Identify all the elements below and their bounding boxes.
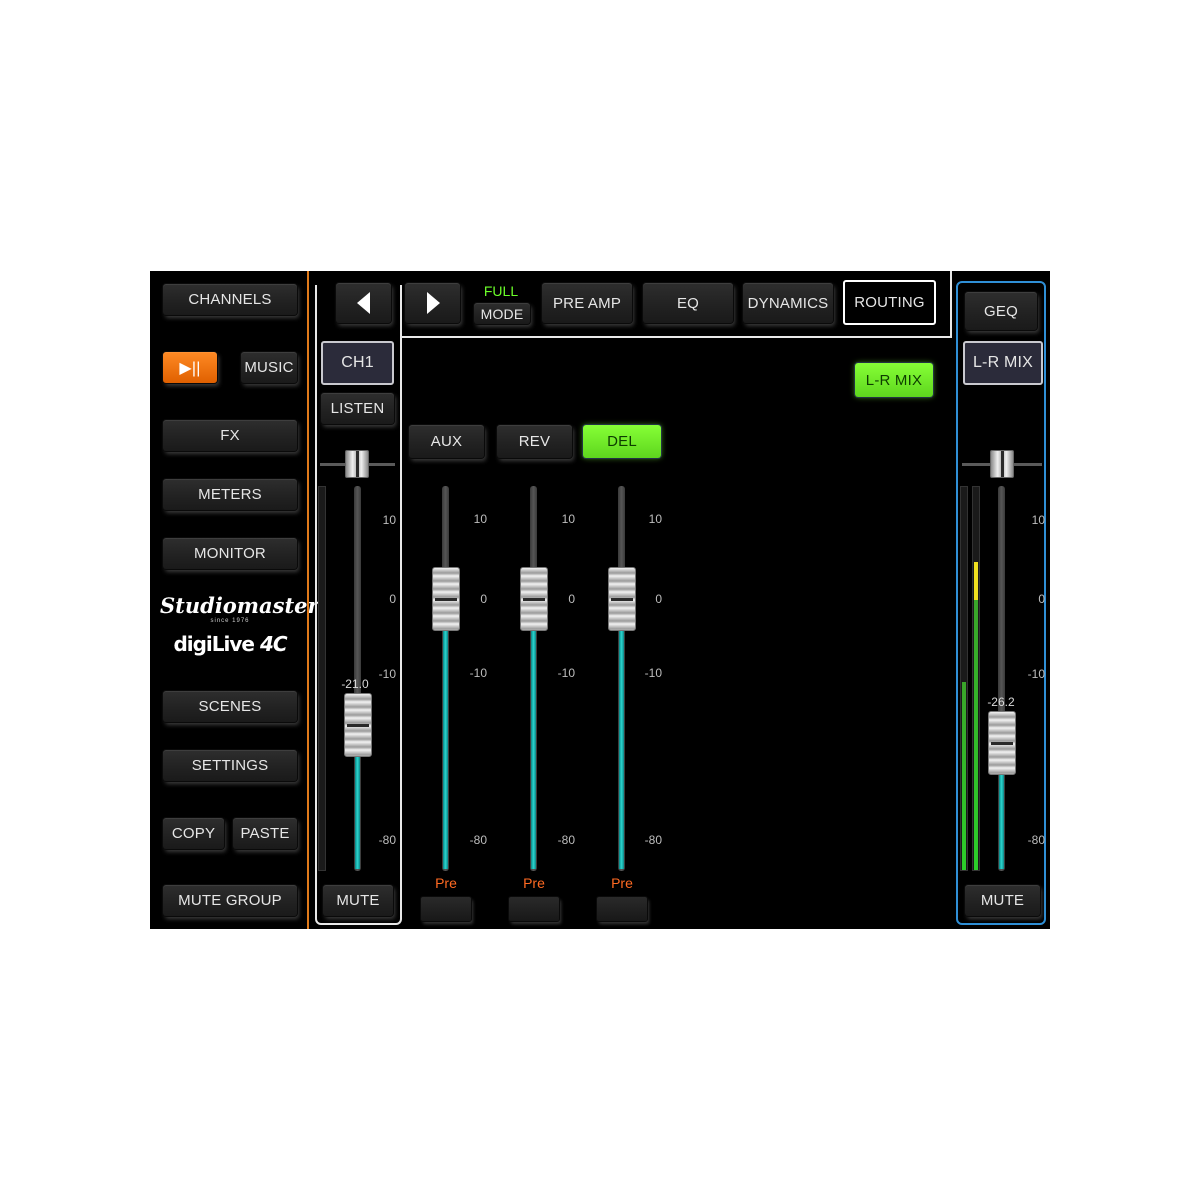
channel-scale-minus80: -80: [378, 833, 396, 847]
rev-scale-10: 10: [561, 512, 575, 526]
meters-button[interactable]: METERS: [163, 479, 297, 510]
rev-fader-knob[interactable]: [520, 567, 548, 631]
master-meter-left: [960, 486, 968, 871]
rev-fader-fill: [531, 628, 536, 869]
channel-scale-minus10: -10: [378, 667, 396, 681]
settings-button[interactable]: SETTINGS: [163, 750, 297, 781]
play-pause-button[interactable]: ▶||: [163, 352, 217, 383]
aux-pre-post-button[interactable]: [421, 897, 471, 921]
master-scale-minus10: -10: [1027, 667, 1045, 681]
channels-button[interactable]: CHANNELS: [163, 284, 297, 315]
rev-scale-minus10: -10: [557, 666, 575, 680]
play-pause-icon: ▶||: [179, 359, 201, 377]
rev-pre-label: Pre: [523, 875, 545, 891]
channel-pan-knob[interactable]: [345, 450, 369, 478]
master-name-button[interactable]: L-R MIX: [963, 341, 1043, 385]
rev-pre-post-button[interactable]: [509, 897, 559, 921]
scenes-button[interactable]: SCENES: [163, 691, 297, 722]
sidebar-divider: [307, 271, 309, 929]
aux-fader-fill: [443, 628, 448, 869]
next-triangle-icon: [426, 292, 440, 314]
master-scale-0: 0: [1038, 592, 1045, 606]
copy-button[interactable]: COPY: [163, 818, 224, 849]
master-scale-10: 10: [1031, 513, 1045, 527]
aux-scale-0: 0: [480, 592, 487, 606]
master-meter-right-level: [974, 600, 978, 870]
master-scale-minus80: -80: [1027, 833, 1045, 847]
aux-scale-minus80: -80: [469, 833, 487, 847]
send-rev-button[interactable]: REV: [497, 425, 572, 458]
studiomaster-logo: Studiomaster: [160, 593, 319, 618]
aux-pre-label: Pre: [435, 875, 457, 891]
del-scale-minus10: -10: [644, 666, 662, 680]
mute-group-button[interactable]: MUTE GROUP: [163, 885, 297, 916]
send-del-button[interactable]: DEL: [583, 425, 661, 458]
aux-scale-minus10: -10: [469, 666, 487, 680]
aux-scale-10: 10: [473, 512, 487, 526]
channel-name-button[interactable]: CH1: [321, 341, 394, 385]
master-mute-button[interactable]: MUTE: [965, 885, 1040, 916]
monitor-button[interactable]: MONITOR: [163, 538, 297, 569]
music-button[interactable]: MUSIC: [241, 352, 297, 383]
routing-panel-top-border: [400, 336, 952, 338]
channel-mute-button[interactable]: MUTE: [323, 885, 393, 916]
del-scale-0: 0: [655, 592, 662, 606]
tab-routing[interactable]: ROUTING: [843, 280, 936, 325]
channel-scale-0: 0: [389, 592, 396, 606]
channel-meter: [318, 486, 326, 871]
digilive-logo: digiLive 4C: [160, 632, 300, 656]
brand-tagline: since 1976: [210, 618, 250, 624]
tab-pre-amp[interactable]: PRE AMP: [542, 283, 632, 323]
master-fader-readout: -26.2: [987, 695, 1015, 709]
next-channel-button[interactable]: [405, 283, 460, 323]
rev-scale-0: 0: [568, 592, 575, 606]
tab-dynamics[interactable]: DYNAMICS: [743, 283, 833, 323]
del-fader-fill: [619, 628, 624, 869]
master-meter-right-peak: [974, 562, 978, 600]
master-meter-right: [972, 486, 980, 871]
channel-fader-knob[interactable]: [344, 693, 372, 757]
paste-button[interactable]: PASTE: [233, 818, 297, 849]
master-pan-knob[interactable]: [990, 450, 1014, 478]
geq-button[interactable]: GEQ: [965, 292, 1037, 330]
aux-fader-knob[interactable]: [432, 567, 460, 631]
send-aux-button[interactable]: AUX: [409, 425, 484, 458]
rev-scale-minus80: -80: [557, 833, 575, 847]
listen-button[interactable]: LISTEN: [321, 393, 394, 424]
master-fader-knob[interactable]: [988, 711, 1016, 775]
mixer-app: CHANNELS ▶|| MUSIC FX METERS MONITOR Stu…: [150, 271, 1050, 929]
tab-eq[interactable]: EQ: [643, 283, 733, 323]
mode-button[interactable]: MODE: [474, 303, 530, 324]
del-pre-post-button[interactable]: [597, 897, 647, 921]
del-scale-minus80: -80: [644, 833, 662, 847]
mode-state-label: FULL: [483, 283, 519, 299]
master-meter-left-level: [962, 682, 966, 870]
fx-button[interactable]: FX: [163, 420, 297, 451]
del-scale-10: 10: [648, 512, 662, 526]
del-pre-label: Pre: [611, 875, 633, 891]
product-name: digiLive: [173, 632, 255, 656]
lr-mix-assign-button[interactable]: L-R MIX: [855, 363, 933, 397]
channel-scale-10: 10: [382, 513, 396, 527]
product-model: 4C: [259, 632, 288, 656]
routing-panel-top-corner: [950, 271, 952, 338]
